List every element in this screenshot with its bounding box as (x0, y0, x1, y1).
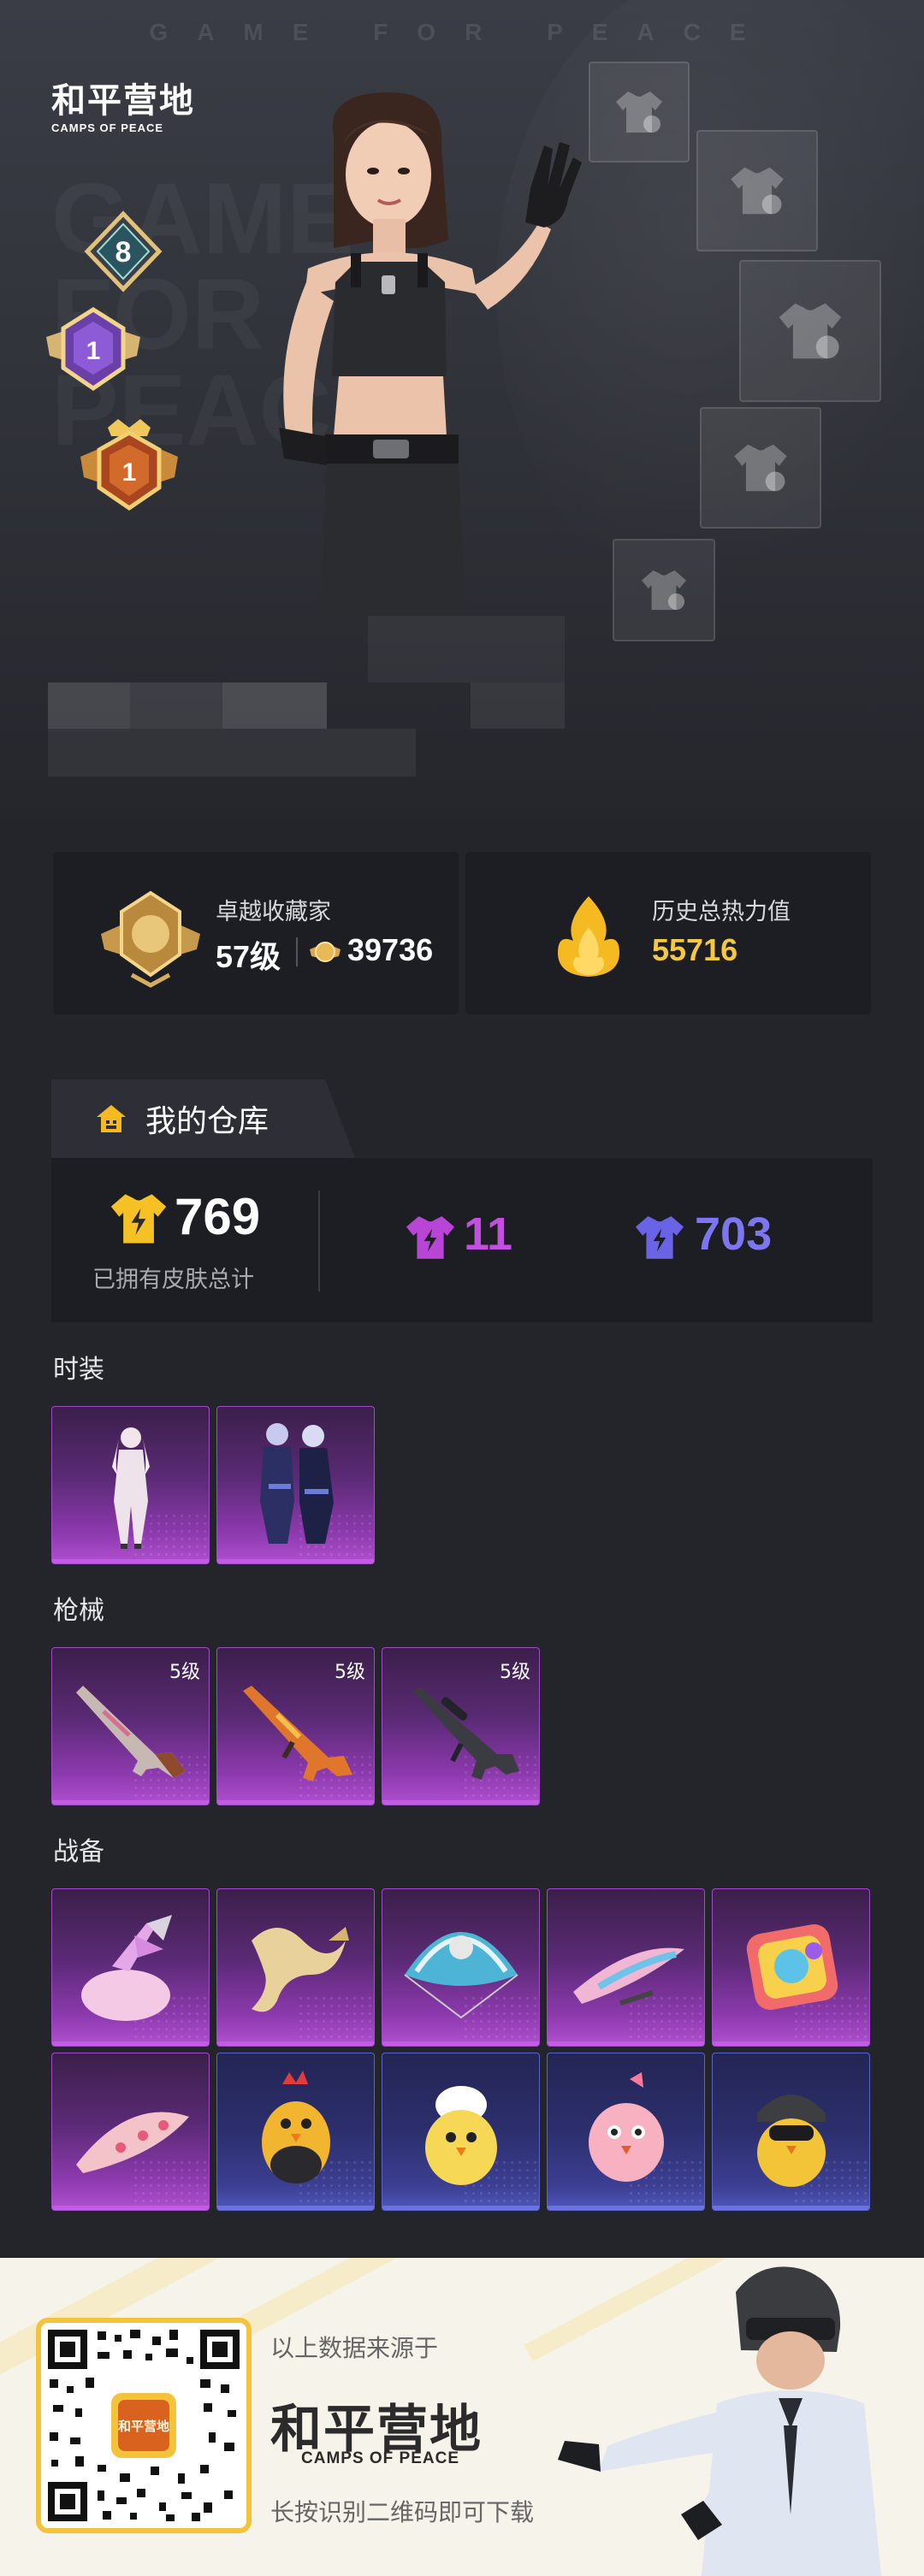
outfit-slot[interactable] (739, 260, 881, 402)
app-logo-cn: 和平营地 (51, 81, 195, 121)
section-gear: 战备 (53, 1837, 104, 1867)
weapon-tile[interactable]: 5级 (51, 1647, 210, 1805)
parachute-blue-icon (404, 1932, 518, 2019)
skin-total-icon (110, 1194, 167, 1244)
qr-code[interactable]: 和平营地 (36, 2318, 252, 2533)
gear-tile[interactable] (216, 1888, 375, 2047)
app-logo-en: CAMPS OF PEACE (51, 121, 164, 134)
qr-center-logo: 和平营地 (118, 2419, 169, 2434)
points-badge-icon (310, 942, 341, 962)
wing-rank-icon: 1 (46, 307, 140, 392)
collector-level: 57级 (216, 939, 281, 974)
candy-crate-icon (746, 1924, 838, 2010)
heat-card[interactable]: 历史总热力值 55716 (465, 852, 871, 1014)
gear-tile[interactable] (382, 2053, 540, 2211)
flower-bag-icon (81, 1915, 172, 2021)
fashion-tile[interactable] (51, 1406, 210, 1564)
heat-title: 历史总热力值 (652, 899, 791, 925)
outfit-slot[interactable] (696, 130, 818, 251)
qr-code-pattern: 和平营地 (48, 2330, 240, 2521)
rank-badge-number: 1 (122, 458, 137, 487)
footer-source-text: 以上数据来源于 (270, 2334, 439, 2362)
rank-badge-number: 8 (116, 236, 132, 269)
fashion-tile[interactable] (216, 1406, 375, 1564)
gear-tile[interactable] (216, 2053, 375, 2211)
gear-tile[interactable] (51, 2053, 210, 2211)
diamond-rank-icon: 8 (84, 210, 163, 292)
tshirt-icon (731, 167, 784, 215)
rank-badge-diamond[interactable]: 8 (82, 210, 164, 296)
stat-divider (296, 937, 298, 966)
character-illustration (279, 92, 582, 616)
section-weapons: 枪械 (53, 1596, 104, 1626)
outfit-slot[interactable] (613, 539, 715, 641)
rifle-orange-icon (243, 1686, 352, 1781)
purple-skin-count: 11 (464, 1208, 513, 1260)
heat-value: 55716 (652, 932, 738, 967)
collector-medal-icon (101, 890, 200, 988)
skin-total-value: 769 (175, 1188, 261, 1245)
weapon-tile[interactable]: 5级 (382, 1647, 540, 1805)
outfit-slot[interactable] (700, 407, 821, 529)
sniper-rifle-icon (413, 1687, 519, 1780)
blue-skin-count: 703 (695, 1208, 773, 1260)
warehouse-tab-label: 我的仓库 (145, 1104, 270, 1139)
outfit-pair-dark-icon (260, 1423, 334, 1544)
app-logo: 和平营地 CAMPS OF PEACE (51, 82, 195, 134)
tshirt-icon (642, 570, 686, 611)
footer-download-banner: 和平营地 以上数据来源于 和平营地 CAMPS OF PEACE 长按识别二维码… (0, 2258, 924, 2576)
hero-banner: GAME FOR PEACE GAME FOR PEACE 和平营地 CAMPS… (0, 0, 924, 821)
footer-logo-en: CAMPS OF PEACE (301, 2449, 460, 2467)
dragon-icon (252, 1927, 349, 2012)
rank-badge-number: 1 (86, 337, 101, 365)
section-fashion: 时装 (53, 1355, 104, 1385)
gear-tile[interactable] (712, 1888, 870, 2047)
chicken-pink-icon (589, 2072, 664, 2182)
tshirt-icon (734, 444, 787, 492)
gear-tile[interactable] (51, 1888, 210, 2047)
collector-title: 卓越收藏家 (216, 899, 331, 925)
outfit-white-dress-icon (112, 1427, 150, 1549)
chicken-egg-icon (425, 2086, 497, 2185)
soldier-illustration (558, 2266, 881, 2576)
collector-points: 39736 (347, 932, 434, 967)
weapon-tile[interactable]: 5级 (216, 1647, 375, 1805)
hero-watermark-top: GAME FOR PEACE (149, 19, 775, 45)
gear-tile[interactable] (712, 2053, 870, 2211)
shotgun-icon (76, 1686, 186, 1778)
chicken-helmet-icon (757, 2094, 826, 2187)
glider-heart-icon (76, 2112, 189, 2173)
rank-badge-purple[interactable]: 1 (38, 303, 149, 397)
outfit-slot[interactable] (589, 62, 690, 162)
footer-download-text: 长按识别二维码即可下载 (270, 2498, 535, 2526)
warehouse-tab[interactable]: 我的仓库 (51, 1079, 355, 1158)
skin-total-label: 已拥有皮肤总计 (92, 1267, 254, 1293)
warehouse-summary: 769 已拥有皮肤总计 11 703 (51, 1158, 873, 1322)
gear-tile[interactable] (547, 1888, 705, 2047)
tshirt-icon (616, 92, 662, 133)
purple-skin-icon (406, 1216, 455, 1259)
warehouse-divider (318, 1191, 320, 1291)
home-icon (97, 1105, 126, 1132)
glider-pink-icon (573, 1947, 684, 2006)
blue-skin-icon (635, 1216, 684, 1259)
rank-badge-gold[interactable]: 1 (74, 416, 185, 513)
crown-rank-icon: 1 (80, 419, 178, 511)
chicken-dark-icon (262, 2071, 330, 2183)
flame-icon (558, 896, 619, 977)
gear-tile[interactable] (547, 2053, 705, 2211)
gear-tile[interactable] (382, 1888, 540, 2047)
collector-card[interactable]: 卓越收藏家 57级 39736 (53, 852, 459, 1014)
tshirt-icon (779, 303, 842, 359)
